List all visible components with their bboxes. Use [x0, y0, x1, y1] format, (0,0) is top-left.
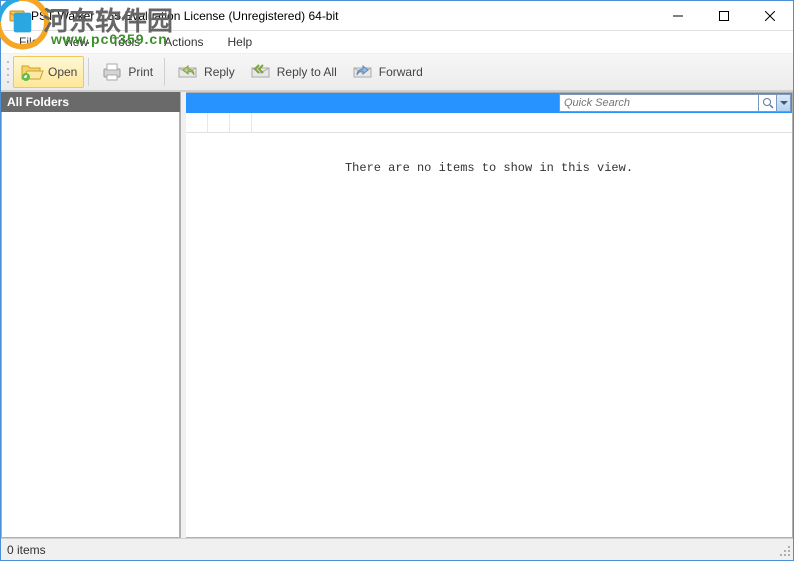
item-list[interactable]: There are no items to show in this view.: [186, 133, 792, 537]
printer-icon: [100, 60, 124, 84]
reply-button[interactable]: Reply: [169, 56, 242, 88]
chevron-down-icon: [780, 101, 788, 106]
content-pane: There are no items to show in this view.: [186, 92, 793, 538]
maximize-button[interactable]: [701, 1, 747, 31]
forward-button[interactable]: Forward: [344, 56, 430, 88]
menu-actions[interactable]: Actions: [154, 33, 213, 51]
search-button[interactable]: [759, 94, 777, 112]
resize-grip-icon[interactable]: [777, 543, 791, 557]
app-icon: [9, 8, 25, 24]
toolbar-grip[interactable]: [5, 59, 11, 85]
open-label: Open: [48, 65, 77, 79]
empty-list-message: There are no items to show in this view.: [345, 161, 633, 175]
open-folder-icon: [20, 60, 44, 84]
sidebar-header: All Folders: [1, 92, 180, 112]
open-button[interactable]: Open: [13, 56, 84, 88]
menu-tools[interactable]: Tools: [102, 33, 150, 51]
forward-icon: [351, 60, 375, 84]
folder-tree[interactable]: [1, 112, 180, 538]
search-icon: [762, 97, 774, 109]
print-label: Print: [128, 65, 153, 79]
close-button[interactable]: [747, 1, 793, 31]
title-bar: PST Walker 5.55 Evaluation License (Unre…: [1, 1, 793, 31]
reply-icon: [176, 60, 200, 84]
list-column-headers[interactable]: [186, 113, 792, 133]
print-button[interactable]: Print: [93, 56, 160, 88]
toolbar-separator: [88, 58, 89, 86]
status-bar: 0 items: [1, 538, 793, 560]
menu-help[interactable]: Help: [218, 33, 263, 51]
search-dropdown-button[interactable]: [777, 94, 791, 112]
sidebar: All Folders: [1, 92, 181, 538]
reply-all-button[interactable]: Reply to All: [242, 56, 344, 88]
forward-label: Forward: [379, 65, 423, 79]
menu-view[interactable]: View: [52, 33, 98, 51]
content-header: [186, 93, 792, 113]
toolbar: Open Print Reply Reply to All: [1, 53, 793, 91]
main-area: All Folders There are no items: [1, 91, 793, 538]
toolbar-separator: [164, 58, 165, 86]
menu-bar: File View Tools Actions Help: [1, 31, 793, 53]
reply-all-icon: [249, 60, 273, 84]
quick-search-input[interactable]: [559, 94, 759, 112]
menu-file[interactable]: File: [9, 33, 48, 51]
reply-label: Reply: [204, 65, 235, 79]
reply-all-label: Reply to All: [277, 65, 337, 79]
minimize-button[interactable]: [655, 1, 701, 31]
status-text: 0 items: [7, 543, 46, 557]
window-title: PST Walker 5.55 Evaluation License (Unre…: [31, 9, 655, 23]
